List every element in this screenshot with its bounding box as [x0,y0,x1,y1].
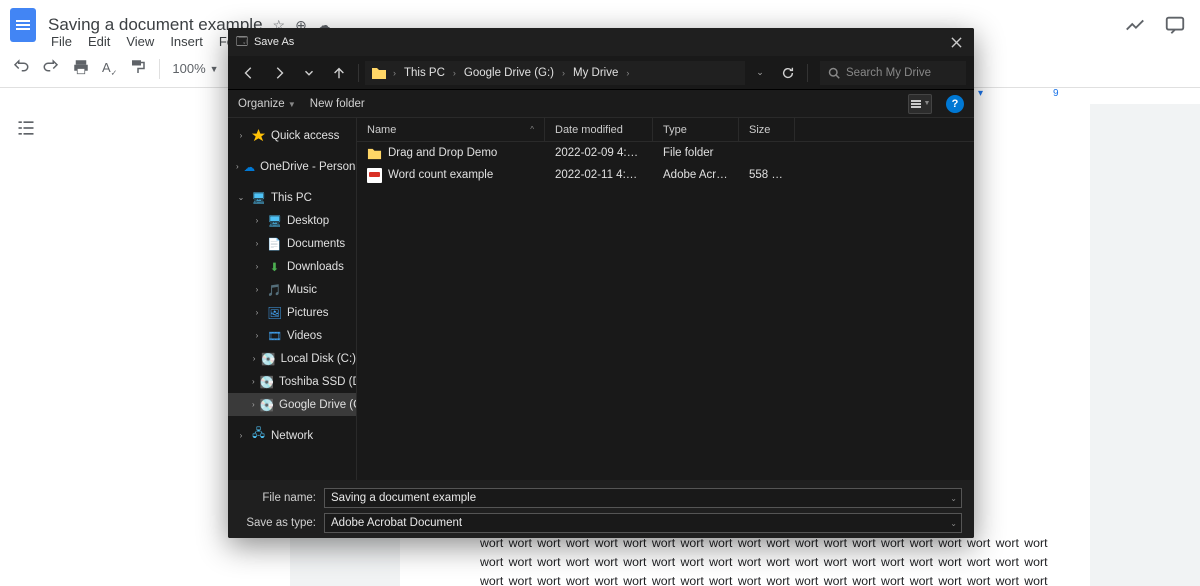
file-row[interactable]: Word count example 2022-02-11 4:03 PM Ad… [357,164,974,186]
dialog-app-icon: 🗔 [236,33,248,52]
view-options-button[interactable]: ▼ [908,94,932,114]
tree-quick-access[interactable]: ›Quick access [228,124,356,147]
menu-insert[interactable]: Insert [163,32,210,51]
nav-recent-icon[interactable] [296,60,322,86]
save-type-label: Save as type: [240,517,324,529]
dialog-titlebar[interactable]: 🗔 Save As [228,28,974,56]
dialog-nav-bar: › This PC › Google Drive (G:) › My Drive… [228,56,974,90]
indent-marker-icon[interactable]: ▾9 [978,88,1059,99]
dialog-title: Save As [254,36,294,48]
dialog-toolbar: Organize ▼ New folder ▼ ? [228,90,974,118]
address-bar[interactable]: › This PC › Google Drive (G:) › My Drive… [365,61,745,85]
search-input[interactable]: Search My Drive [820,61,966,85]
column-name[interactable]: Name^ [357,118,545,141]
new-folder-button[interactable]: New folder [310,98,365,110]
tree-toshiba[interactable]: ›💽Toshiba SSD (D:) [228,370,356,393]
spellcheck-icon[interactable]: A✓ [102,60,117,78]
gdocs-logo-icon[interactable] [10,8,36,42]
chevron-right-icon[interactable]: › [624,68,631,78]
tree-this-pc[interactable]: ⌄🖥This PC [228,186,356,209]
nav-up-icon[interactable] [326,60,352,86]
pdf-icon [367,168,382,183]
document-text: wort wort wort wort wort wort wort wort … [480,536,1048,586]
save-type-select[interactable]: Adobe Acrobat Document⌄ [324,513,962,533]
close-button[interactable] [938,28,974,56]
undo-icon[interactable] [12,58,30,79]
file-list-pane: Name^ Date modified Type Size Drag and D… [356,118,974,480]
folder-tree: ›Quick access ›☁OneDrive - Personal ⌄🖥Th… [228,118,356,480]
chevron-right-icon[interactable]: › [560,68,567,78]
column-type[interactable]: Type [653,118,739,141]
chevron-down-icon[interactable]: ⌄ [950,494,957,503]
file-row[interactable]: Drag and Drop Demo 2022-02-09 4:32 PM Fi… [357,142,974,164]
chevron-down-icon[interactable]: ⌄ [950,519,957,528]
dialog-fields: File name: Saving a document example⌄ Sa… [228,480,974,538]
trend-icon[interactable] [1124,14,1146,41]
refresh-icon[interactable] [775,66,801,80]
zoom-selector[interactable]: 100%▼ [172,61,218,76]
tree-network[interactable]: ›🖧Network [228,424,356,447]
menu-file[interactable]: File [44,32,79,51]
help-button[interactable]: ? [946,95,964,113]
breadcrumb-gdrive[interactable]: Google Drive (G:) [462,67,556,79]
comment-icon[interactable] [1164,14,1186,41]
tree-pictures[interactable]: ›🖼Pictures [228,301,356,324]
chevron-right-icon[interactable]: › [391,68,398,78]
nav-back-icon[interactable] [236,60,262,86]
nav-forward-icon[interactable] [266,60,292,86]
tree-local-disk[interactable]: ›💽Local Disk (C:) [228,347,356,370]
column-date[interactable]: Date modified [545,118,653,141]
tree-documents[interactable]: ›📄Documents [228,232,356,255]
column-size[interactable]: Size [739,118,795,141]
tree-downloads[interactable]: ›⬇Downloads [228,255,356,278]
tree-videos[interactable]: ›🎞Videos [228,324,356,347]
organize-menu[interactable]: Organize ▼ [238,98,296,110]
save-as-dialog: 🗔 Save As › This PC › Google Drive (G:) … [228,28,974,538]
menu-view[interactable]: View [119,32,161,51]
breadcrumb-mydrive[interactable]: My Drive [571,67,620,79]
menu-edit[interactable]: Edit [81,32,117,51]
breadcrumb-this-pc[interactable]: This PC [402,67,447,79]
paint-format-icon[interactable] [129,58,147,79]
file-list-header: Name^ Date modified Type Size [357,118,974,142]
file-name-label: File name: [240,492,324,504]
search-icon [828,67,840,79]
redo-icon[interactable] [42,58,60,79]
folder-icon [371,66,387,80]
tree-music[interactable]: ›🎵Music [228,278,356,301]
chevron-right-icon[interactable]: › [451,68,458,78]
tree-onedrive[interactable]: ›☁OneDrive - Personal [228,155,356,178]
search-placeholder: Search My Drive [846,67,931,79]
address-dropdown-icon[interactable]: ⌄ [749,67,771,78]
outline-icon[interactable] [16,118,36,138]
file-name-input[interactable]: Saving a document example⌄ [324,488,962,508]
folder-icon [367,146,382,161]
print-icon[interactable] [72,58,90,79]
tree-desktop[interactable]: ›🖥Desktop [228,209,356,232]
tree-gdrive[interactable]: ›💽Google Drive (G:) [228,393,356,416]
